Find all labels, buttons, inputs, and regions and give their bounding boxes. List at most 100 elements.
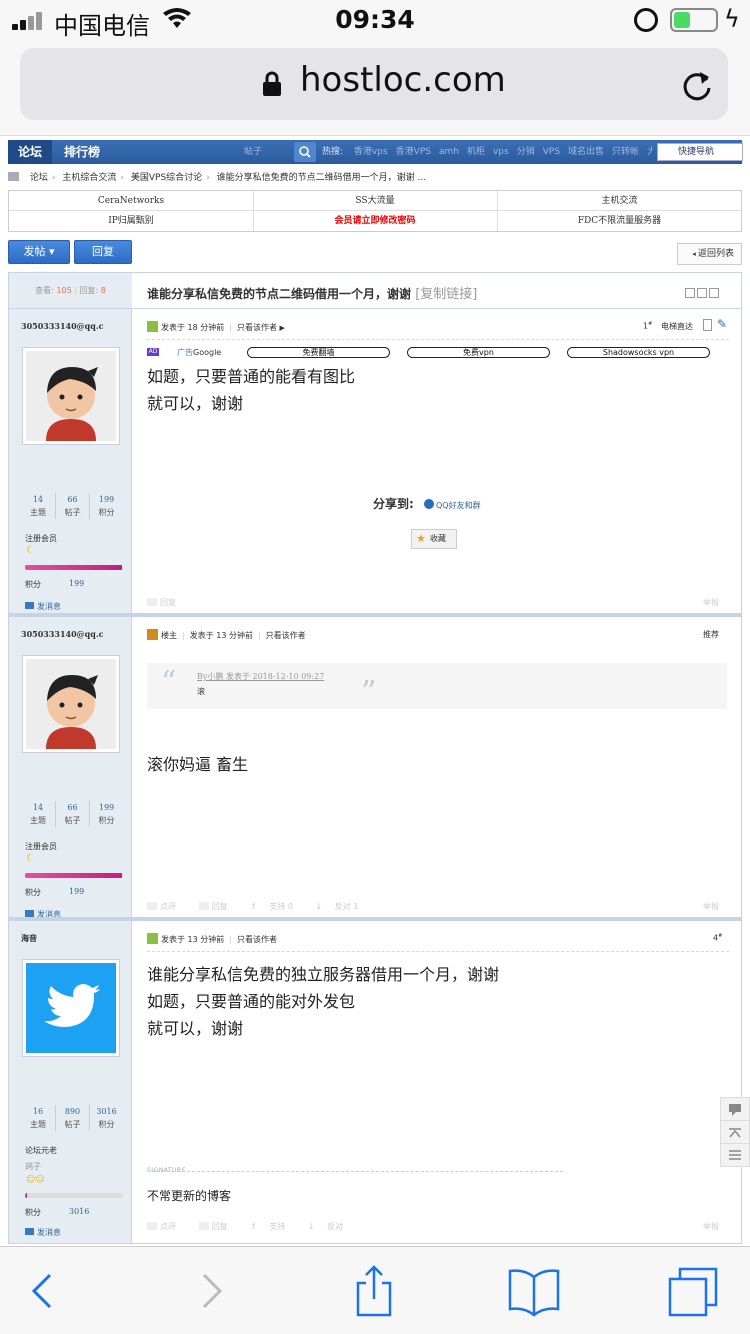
next-thread-icon[interactable] xyxy=(709,288,719,298)
avatar[interactable] xyxy=(22,347,120,445)
reply-button[interactable]: 回复 xyxy=(74,240,132,264)
tabs-icon[interactable] xyxy=(664,1261,724,1321)
report-link[interactable]: 举报 xyxy=(703,597,719,608)
share-icon[interactable] xyxy=(344,1261,404,1321)
forward-arrow-icon[interactable] xyxy=(180,1261,240,1321)
ad-link[interactable]: 免费翻墙 xyxy=(247,347,390,358)
new-post-button[interactable]: 发帖 ▾ xyxy=(8,240,70,264)
only-author-link[interactable]: 只看该作者 xyxy=(237,935,277,944)
hot-search-term[interactable]: 机柜 xyxy=(467,147,485,157)
send-message-link[interactable]: 发消息 xyxy=(25,1227,61,1238)
wrench-icon[interactable]: ✎ xyxy=(717,317,727,331)
back-to-top-icon[interactable] xyxy=(721,1121,749,1144)
only-author-link[interactable]: 只看该作者 xyxy=(237,323,277,332)
user-credit: 积分 199 xyxy=(25,887,85,897)
breadcrumb-item[interactable]: 美国VPS综合讨论 xyxy=(131,173,202,183)
ad-link[interactable]: 免费vpn xyxy=(407,347,550,358)
breadcrumb-item[interactable]: 主机综合交流 xyxy=(62,173,116,183)
breadcrumb-item[interactable]: 论坛 xyxy=(30,173,48,183)
reply-icon xyxy=(147,598,157,606)
favorite-button[interactable]: ★ 收藏 xyxy=(411,529,457,549)
support-link[interactable]: ↑ 支持 xyxy=(250,1222,295,1231)
post-footer: 点评 回复 ↑ 支持 0 ↓ 反对 1 xyxy=(147,901,378,912)
charging-bolt-icon: ϟ xyxy=(724,5,740,33)
avatar[interactable] xyxy=(22,959,120,1057)
top-link-highlight[interactable]: 会员请立即修改密码 xyxy=(253,211,498,231)
rate-link[interactable]: 点评 xyxy=(147,1222,186,1231)
tab-ranking[interactable]: 排行榜 xyxy=(54,140,110,164)
author-name[interactable]: 3050333140@qq.c xyxy=(21,629,104,639)
support-link[interactable]: ↑ 支持 0 xyxy=(250,902,303,911)
share-qq-link[interactable]: QQ好友和群 xyxy=(424,499,481,510)
home-icon[interactable] xyxy=(8,172,19,181)
elevator-link[interactable]: 电梯直达 xyxy=(661,321,693,332)
caret-right-icon: ▶ xyxy=(279,324,285,332)
only-author-link[interactable]: 只看该作者 xyxy=(266,631,306,640)
oppose-link[interactable]: ↓ 反对 1 xyxy=(316,902,369,911)
thumb-down-icon: ↓ xyxy=(307,1222,318,1231)
breadcrumb-current[interactable]: 谁能分享私信免费的节点二维码借用一个月，谢谢 ... xyxy=(217,173,426,183)
hot-search-term[interactable]: vps xyxy=(493,147,509,157)
top-link[interactable]: 主机交流 xyxy=(497,191,742,211)
back-to-list-button[interactable]: ◂ 返回列表 xyxy=(677,243,742,265)
hot-search-term[interactable]: VPS xyxy=(543,147,560,157)
prev-thread-icon[interactable] xyxy=(697,288,707,298)
top-link[interactable]: SS大流量 xyxy=(253,191,498,211)
quick-nav-button[interactable]: 快捷导航 xyxy=(657,143,743,161)
hot-search-term[interactable]: amh xyxy=(439,147,459,157)
top-link[interactable]: CeraNetworks xyxy=(9,191,254,211)
hot-search-term[interactable]: 香港vps xyxy=(354,147,388,157)
envelope-icon xyxy=(25,1228,34,1235)
search-scope[interactable]: 帖子 xyxy=(244,143,290,161)
post-meta: 发表于 18 分钟前 | 只看该作者 ▶ xyxy=(147,321,285,333)
top-link[interactable]: IP归属甄别 xyxy=(9,211,254,231)
post-footer: 点评 回复 ↑ 支持 ↓ 反对 xyxy=(147,1221,363,1232)
reply-link[interactable]: 回复 xyxy=(198,902,238,911)
bookmarks-icon[interactable] xyxy=(504,1261,564,1321)
hot-search-term[interactable]: 只转帐 xyxy=(612,147,639,157)
battery-icon xyxy=(670,8,718,32)
print-icon[interactable] xyxy=(685,288,695,298)
copy-link[interactable]: [复制链接] xyxy=(415,287,477,302)
avatar[interactable] xyxy=(22,655,120,753)
top-link[interactable]: FDC不限流量服务器 xyxy=(497,211,742,231)
user-rank: 注册会员 xyxy=(25,842,57,851)
tab-forum[interactable]: 论坛 xyxy=(8,140,53,164)
reply-link[interactable]: 回复 xyxy=(198,1222,238,1231)
quote-source[interactable]: By小鹏 发表于 2018-12-10 09:27 xyxy=(197,671,324,682)
hot-search-term[interactable]: 大东宝 xyxy=(647,147,652,157)
post-body: 如题，只要普通的能看有图比 就可以，谢谢 xyxy=(147,367,356,413)
host-label: 楼主 xyxy=(161,631,177,640)
rate-icon xyxy=(147,902,157,910)
report-link[interactable]: 举报 xyxy=(703,901,719,912)
search-button[interactable] xyxy=(294,142,316,162)
author-name[interactable]: 3050333140@qq.c xyxy=(21,321,104,331)
hot-search-term[interactable]: 域名出售 xyxy=(568,147,604,157)
list-icon[interactable] xyxy=(721,1144,749,1167)
rate-link[interactable]: 点评 xyxy=(147,902,186,911)
oppose-link[interactable]: ↓ 反对 xyxy=(308,1222,353,1231)
forum-nav: 论坛 排行榜 帖子 热搜: 香港vps 香港VPS amh 机柜 vps 分销 VPS 域名出… xyxy=(8,140,743,164)
post-meta: 楼主 | 发表于 13 分钟前 | 只看该作者 xyxy=(147,629,306,641)
url-field[interactable]: hostloc.com xyxy=(20,48,728,120)
back-arrow-icon[interactable] xyxy=(14,1261,74,1321)
reload-icon[interactable] xyxy=(680,68,714,102)
ad-link[interactable]: Shadowsocks vpn xyxy=(567,347,710,358)
signature-link[interactable]: 不常更新的博客 xyxy=(147,1187,231,1204)
floor-number: 4# xyxy=(713,933,723,943)
report-link[interactable]: 举报 xyxy=(703,1221,719,1232)
user-title: 鸽子 xyxy=(25,1162,41,1171)
elevator-input[interactable] xyxy=(703,319,712,331)
sun-rank-icon: ☺☺ xyxy=(26,1175,45,1185)
hot-search-term[interactable]: 香港VPS xyxy=(396,147,431,157)
quick-reply-icon[interactable] xyxy=(721,1098,749,1121)
online-status-icon xyxy=(147,321,158,332)
rank-progress-bar xyxy=(25,565,123,570)
hot-search-term[interactable]: 分销 xyxy=(517,147,535,157)
user-stats: 14 主题 66 帖子 199 积分 xyxy=(21,801,123,831)
author-name[interactable]: 海音 xyxy=(21,933,37,944)
send-message-link[interactable]: 发消息 xyxy=(25,601,61,612)
reply-link[interactable]: 回复 xyxy=(147,598,186,607)
recommend-link[interactable]: 推荐 xyxy=(703,629,719,640)
user-rank: 注册会员 xyxy=(25,534,57,543)
